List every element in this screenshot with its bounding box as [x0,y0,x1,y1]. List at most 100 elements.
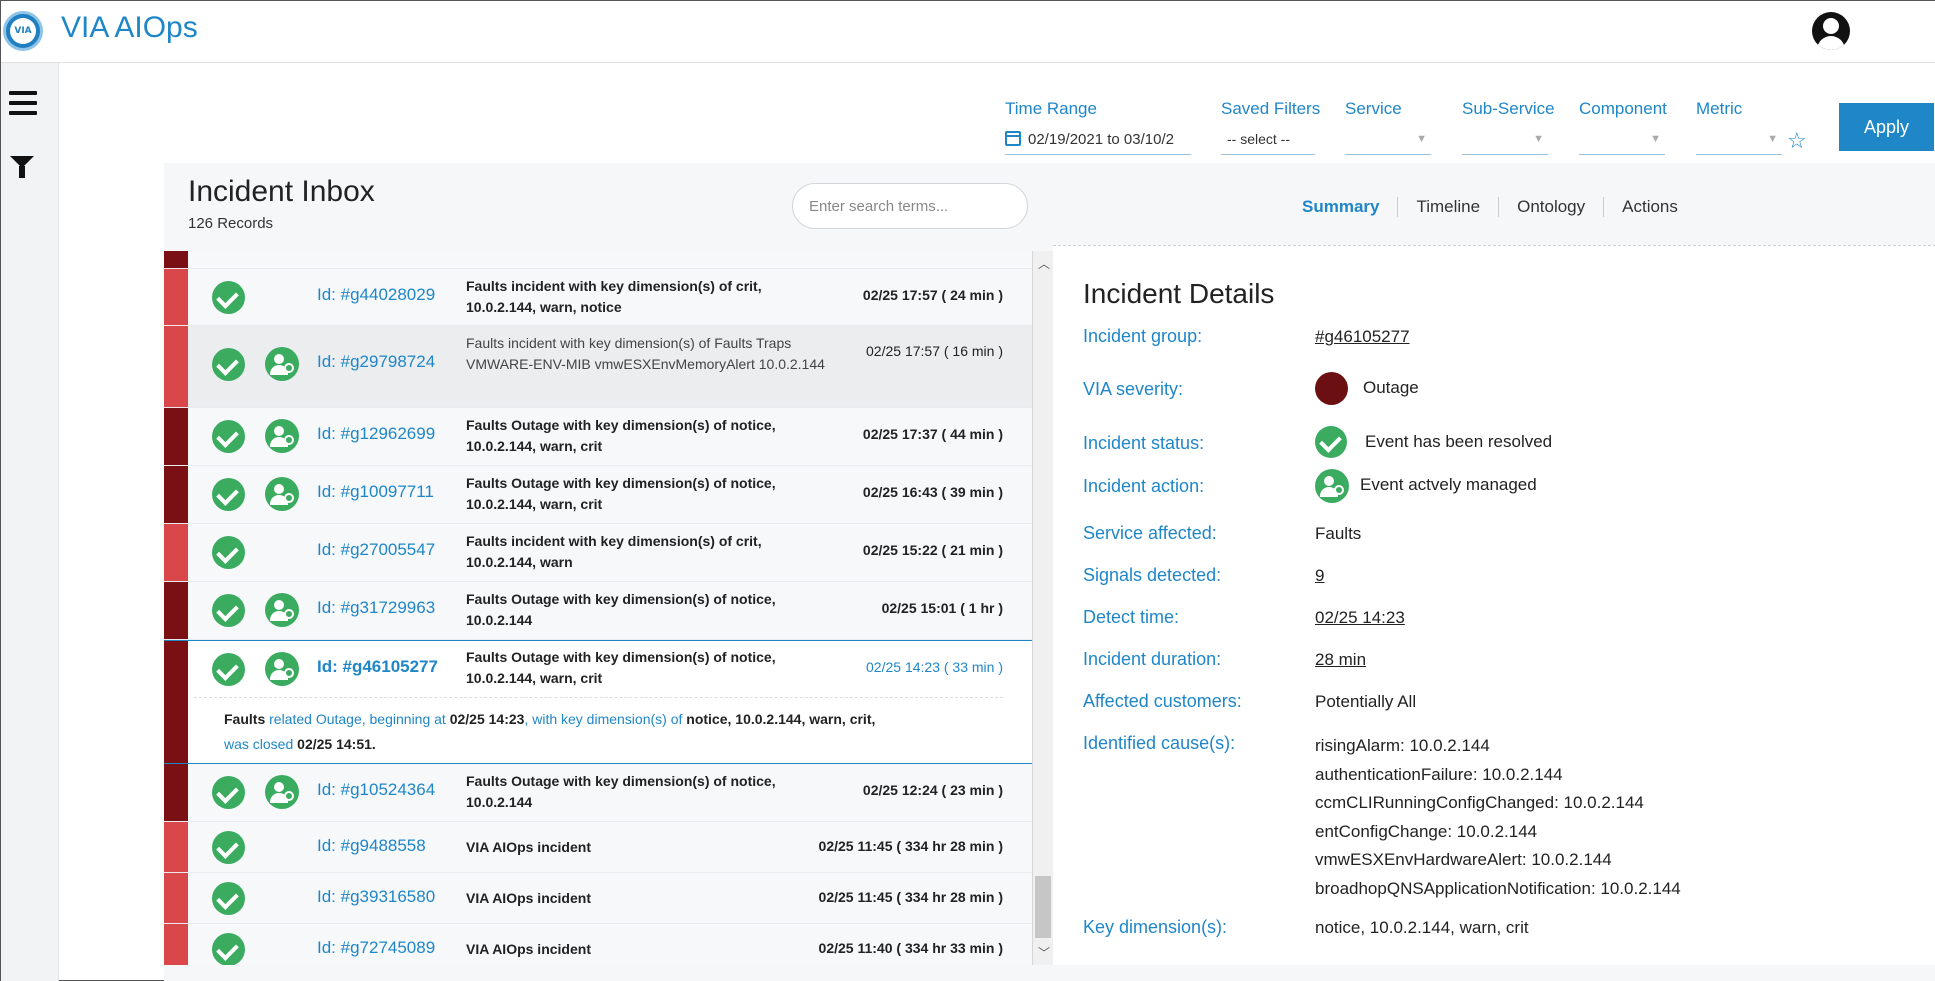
record-count: 126 Records [188,215,274,232]
table-row[interactable]: Id: #g12962699 Faults Outage with key di… [164,408,1032,466]
table-row[interactable]: Id: #g27005547 Faults incident with key … [164,524,1032,582]
saved-filters-label: Saved Filters [1221,99,1321,118]
top-bar: VIA VIA AIOps [1,1,1935,63]
table-row[interactable]: Id: #g72745089 VIA AIOps incident 02/25 … [164,924,1032,965]
signals-link[interactable]: 9 [1315,566,1324,586]
managed-user-icon [265,477,299,511]
table-row[interactable]: Id: #g10097711 Faults Outage with key di… [164,466,1032,524]
tab-actions[interactable]: Actions [1603,197,1696,217]
incident-group-label: Incident group: [1083,326,1203,346]
scrollbar-thumb[interactable] [1035,876,1051,938]
service-affected-label: Service affected: [1083,523,1217,543]
check-circle-icon [1315,426,1347,458]
incident-id-link[interactable]: Id: #g44028029 [317,285,435,305]
duration-label: Incident duration: [1083,649,1222,669]
chevron-down-icon: ▼ [1650,133,1661,145]
incident-id-link[interactable]: Id: #g9488558 [317,836,426,856]
tab-summary[interactable]: Summary [1302,197,1397,217]
list-scrollbar[interactable]: ︿ ﹀ [1033,251,1053,965]
table-row[interactable]: Id: #g9488558 VIA AIOps incident 02/25 1… [164,822,1032,873]
incident-description: Faults incident with key dimension(s) of… [466,278,762,315]
chevron-up-icon[interactable]: ︿ [1038,255,1050,272]
divider [194,697,1003,698]
subservice-select[interactable]: ▼ [1462,131,1548,155]
table-row[interactable]: Id: #g39316580 VIA AIOps incident 02/25 … [164,873,1032,924]
incident-time: 02/25 11:45 ( 334 hr 28 min ) [818,889,1003,905]
incident-id-link[interactable]: Id: #g31729963 [317,598,435,618]
severity-dot-icon [1315,372,1348,405]
incident-id-link[interactable]: Id: #g27005547 [317,540,435,560]
service-select[interactable]: ▼ [1345,131,1431,155]
apply-button[interactable]: Apply [1839,103,1934,151]
saved-filters-select[interactable]: -- select -- [1221,131,1315,155]
managed-user-icon [265,775,299,809]
incident-details-panel: Incident Details Incident group: #g46105… [1053,245,1935,965]
incident-description: Faults Outage with key dimension(s) of n… [466,417,776,454]
check-circle-icon [212,882,245,915]
tab-timeline[interactable]: Timeline [1397,197,1498,217]
chevron-down-icon: ▼ [1416,133,1427,145]
table-row[interactable]: Id: #g31729963 Faults Outage with key di… [164,582,1032,640]
detail-tabs: Summary Timeline Ontology Actions [1302,197,1696,217]
metric-label: Metric [1696,99,1743,118]
check-circle-icon [212,776,245,809]
incident-time: 02/25 12:24 ( 23 min ) [862,782,1003,798]
star-icon[interactable]: ☆ [1787,131,1807,153]
incident-time: 02/25 11:40 ( 334 hr 33 min ) [818,940,1003,956]
check-circle-icon [212,478,245,511]
incident-id-link[interactable]: Id: #g10097711 [317,482,434,502]
severity-label: VIA severity: [1083,379,1184,399]
managed-user-icon [265,347,299,381]
incident-time: 02/25 14:23 ( 33 min ) [866,659,1003,675]
incident-time: 02/25 16:43 ( 39 min ) [862,484,1003,500]
causes-list: risingAlarm: 10.0.2.144 authenticationFa… [1315,732,1681,903]
metric-select[interactable]: ▼ [1696,131,1782,155]
component-label: Component [1579,99,1667,118]
incident-description: VIA AIOps incident [466,890,591,906]
incident-id-link[interactable]: Id: #g12962699 [317,424,435,444]
incident-id-link[interactable]: Id: #g10524364 [317,780,435,800]
component-select[interactable]: ▼ [1579,131,1665,155]
menu-icon[interactable] [9,91,37,115]
incident-group-link[interactable]: #g46105277 [1315,327,1410,347]
customers-label: Affected customers: [1083,691,1242,711]
calendar-icon [1005,131,1021,146]
detect-time-label: Detect time: [1083,607,1180,627]
incident-description: VIA AIOps incident [466,941,591,957]
chevron-down-icon[interactable]: ﹀ [1038,944,1050,961]
severity-bar [164,524,188,581]
severity-bar [164,924,188,965]
managed-user-icon [265,652,299,686]
chevron-down-icon: ▼ [1533,133,1544,145]
incident-id-link[interactable]: Id: #g72745089 [317,938,435,958]
table-row-expanded[interactable]: Id: #g46105277 Faults Outage with key di… [164,640,1032,764]
search-input[interactable] [792,183,1028,229]
check-circle-icon [212,536,245,569]
detect-time-link[interactable]: 02/25 14:23 [1315,608,1405,628]
filter-icon[interactable] [10,156,34,178]
table-row[interactable]: Id: #g44028029 Faults incident with key … [164,269,1032,326]
time-range-field[interactable]: 02/19/2021 to 03/10/2 [1005,131,1191,155]
customers-value: Potentially All [1315,692,1417,711]
cause-item: authenticationFailure: 10.0.2.144 [1315,764,1563,784]
table-row[interactable]: Id: #g10524364 Faults Outage with key di… [164,764,1032,822]
user-avatar-icon[interactable] [1812,12,1850,50]
incident-id-link[interactable]: Id: #g39316580 [317,887,435,907]
incident-id-link[interactable]: Id: #g46105277 [317,657,438,677]
service-label: Service [1345,99,1402,118]
subservice-label: Sub-Service [1462,99,1555,118]
cause-item: broadhopQNSApplicationNotification: 10.0… [1315,878,1681,898]
check-circle-icon [212,281,245,314]
tab-ontology[interactable]: Ontology [1498,197,1603,217]
incident-description: Faults incident with key dimension(s) of… [466,335,825,372]
duration-link[interactable]: 28 min [1315,650,1366,670]
signals-label: Signals detected: [1083,565,1222,585]
time-range-value: 02/19/2021 to 03/10/2 [1028,131,1174,148]
table-row[interactable]: Id: #g29798724 Faults incident with key … [164,326,1032,408]
causes-label: Identified cause(s): [1083,733,1236,753]
incident-time: 02/25 15:22 ( 21 min ) [862,542,1003,558]
app-title: VIA AIOps [61,11,198,44]
table-row[interactable] [164,251,1032,269]
severity-bar [164,408,188,465]
incident-id-link[interactable]: Id: #g29798724 [317,352,435,372]
